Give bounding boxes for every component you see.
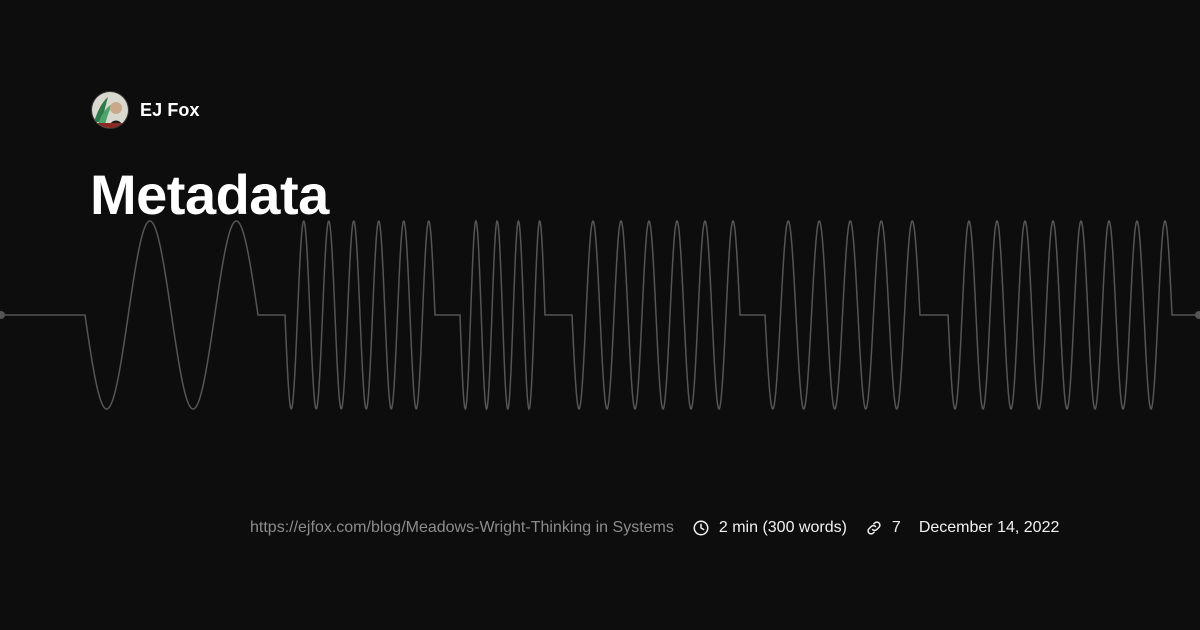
waveform-line	[1, 219, 1199, 411]
waveform-start-dot	[0, 311, 5, 319]
waveform-decoration	[0, 219, 1200, 411]
waveform-end-dot	[1195, 311, 1200, 319]
page-title: Metadata	[90, 163, 329, 226]
